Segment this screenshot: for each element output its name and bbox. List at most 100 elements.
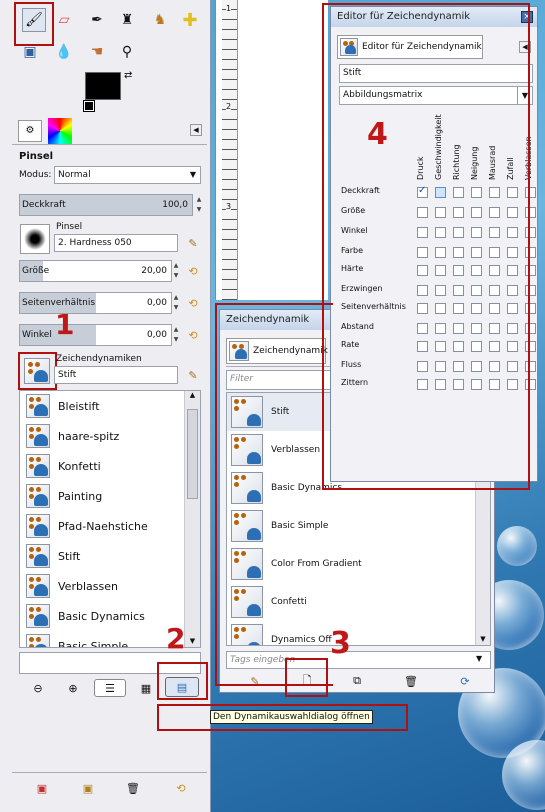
scroll-thumb[interactable] xyxy=(187,409,198,499)
zoom-out-icon[interactable]: ⊖ xyxy=(29,679,47,697)
smudge-tool-icon[interactable]: ☚ xyxy=(85,40,109,64)
dynamics-name-field[interactable]: Stift xyxy=(54,366,178,384)
heal-tool-icon[interactable]: ✚ xyxy=(178,8,202,32)
highlight-box xyxy=(322,3,530,490)
mode-dropdown-arrow-icon[interactable]: ▼ xyxy=(186,167,200,183)
list-item[interactable]: Basic Simple xyxy=(20,631,184,648)
reset-aspect-icon[interactable]: ⟲ xyxy=(184,294,202,312)
tool-options-tab-icon[interactable]: ⚙ xyxy=(18,120,42,142)
dynamics-item-icon xyxy=(26,514,50,538)
tags-dropdown-arrow-icon[interactable]: ▼ xyxy=(476,654,482,663)
dynamics-name: Stift xyxy=(58,370,77,380)
aspect-slider[interactable]: Seitenverhältnis 0,00 xyxy=(19,292,172,314)
dynamics-item-icon xyxy=(26,484,50,508)
opacity-slider[interactable]: Deckkraft 100,0 xyxy=(19,194,193,216)
panel-menu-icon[interactable]: ◀ xyxy=(190,124,202,136)
refresh-dynamics-icon[interactable]: ⟳ xyxy=(456,672,474,690)
marker-number: 2 xyxy=(166,622,186,655)
foreground-color-swatch[interactable] xyxy=(85,72,121,100)
list-item-label: Stift xyxy=(58,549,81,563)
opacity-value: 100,0 xyxy=(162,200,188,210)
list-item-label: Basic Simple xyxy=(58,639,129,648)
aspect-spinner-icon[interactable]: ▲ ▼ xyxy=(172,293,180,313)
dodge-burn-tool-icon[interactable]: ⚲ xyxy=(115,40,139,64)
dynamics-item-icon xyxy=(26,544,50,568)
restore-options-icon[interactable]: ▣ xyxy=(79,779,97,797)
size-slider[interactable]: Größe 20,00 xyxy=(19,260,172,282)
grid-view-icon[interactable]: ▦ xyxy=(137,679,155,697)
perspective-clone-tool-icon[interactable]: ▣ xyxy=(18,40,42,64)
brush-name-field[interactable]: 2. Hardness 050 xyxy=(54,234,178,252)
opacity-spinner-icon[interactable]: ▲ ▼ xyxy=(195,195,203,215)
angle-slider[interactable]: Winkel 0,00 xyxy=(19,324,172,346)
ruler-label: 2 xyxy=(226,102,232,111)
mode-label: Modus: xyxy=(19,170,52,180)
dynamics-item-icon xyxy=(26,454,50,478)
brush-label: Pinsel xyxy=(56,222,83,232)
dynamics-list-scrollbar[interactable]: ▲ ▼ xyxy=(184,391,200,647)
swap-colors-icon[interactable]: ⇄ xyxy=(124,70,132,81)
list-item-label: haare-spitz xyxy=(58,429,120,443)
list-item[interactable]: Stift xyxy=(20,541,184,571)
blur-tool-icon[interactable]: 💧 xyxy=(52,40,76,64)
list-item[interactable]: Painting xyxy=(20,481,184,511)
highlight-box xyxy=(18,352,57,390)
size-spinner-icon[interactable]: ▲ ▼ xyxy=(172,261,180,281)
open-dynamics-dialog-icon[interactable]: ▤ xyxy=(165,677,199,697)
list-item-label: Konfetti xyxy=(58,459,101,473)
reset-options-icon[interactable]: ⟲ xyxy=(172,779,190,797)
scroll-up-icon[interactable]: ▲ xyxy=(185,391,200,399)
scroll-down-icon[interactable]: ▼ xyxy=(476,635,490,643)
list-item-label: Verblassen xyxy=(58,579,118,593)
list-item[interactable]: Verblassen xyxy=(20,571,184,601)
ink-tool-icon[interactable]: ♜ xyxy=(115,8,139,32)
duplicate-dynamics-icon[interactable]: ⧉ xyxy=(348,672,366,690)
airbrush-tool-icon[interactable]: ✒ xyxy=(85,8,109,32)
dynamics-list[interactable]: Bleistift haare-spitz Konfetti Painting Pfad… xyxy=(19,390,201,648)
mode-select[interactable]: Normal xyxy=(54,166,201,184)
angle-spinner-icon[interactable]: ▲ ▼ xyxy=(172,325,180,345)
palette-tab-icon[interactable] xyxy=(48,118,72,144)
marker-number: 3 xyxy=(330,626,351,661)
list-item[interactable]: Bleistift xyxy=(20,391,184,421)
brush-name: 2. Hardness 050 xyxy=(58,238,132,248)
list-item[interactable]: Basic Dynamics xyxy=(20,601,184,631)
dynamics-item-icon xyxy=(26,424,50,448)
highlight-box xyxy=(215,303,333,686)
opacity-label: Deckkraft xyxy=(22,200,66,210)
reset-angle-icon[interactable]: ⟲ xyxy=(184,326,202,344)
aspect-value: 0,00 xyxy=(146,298,167,308)
list-view-icon[interactable]: ☰ xyxy=(94,679,126,697)
ruler-label: 1 xyxy=(226,4,232,13)
list-item-label: Painting xyxy=(58,489,103,503)
reset-size-icon[interactable]: ⟲ xyxy=(184,262,202,280)
angle-label: Winkel xyxy=(22,330,52,340)
ruler-label: 3 xyxy=(226,202,232,211)
tool-options-title: Pinsel xyxy=(19,151,54,162)
list-item-label: Bleistift xyxy=(58,399,100,413)
toolbox-window: 🖌 ▱ ✒ ♜ ♞ ✚ ▣ 💧 ☚ ⚲ ⇄ ⚙ ◀ Pinsel Modus: … xyxy=(0,0,408,812)
bottom-bar xyxy=(12,772,207,773)
size-label: Größe xyxy=(22,266,50,276)
edit-brush-icon[interactable]: ✎ xyxy=(184,234,202,252)
brush-preview[interactable] xyxy=(20,224,50,254)
dynamics-item-icon xyxy=(26,394,50,418)
delete-dynamics-icon[interactable]: 🗑 xyxy=(402,672,420,690)
list-item[interactable]: Konfetti xyxy=(20,451,184,481)
aspect-label: Seitenverhältnis xyxy=(22,298,96,308)
default-colors-icon[interactable] xyxy=(83,100,95,112)
dynamics-label: Zeichendynamiken xyxy=(56,354,142,364)
list-item[interactable]: haare-spitz xyxy=(20,421,184,451)
list-item-label: Pfad-Naehstiche xyxy=(58,519,148,533)
save-options-icon[interactable]: ▣ xyxy=(33,779,51,797)
edit-dynamics-icon[interactable]: ✎ xyxy=(184,366,202,384)
delete-options-icon[interactable]: 🗑 xyxy=(124,779,142,797)
eraser-tool-icon[interactable]: ▱ xyxy=(52,8,76,32)
scroll-down-icon[interactable]: ▼ xyxy=(185,637,200,645)
bubble-decoration xyxy=(497,526,537,566)
zoom-in-icon[interactable]: ⊕ xyxy=(64,679,82,697)
list-item[interactable]: Pfad-Naehstiche xyxy=(20,511,184,541)
list-item-label: Basic Dynamics xyxy=(58,609,145,623)
clone-tool-icon[interactable]: ♞ xyxy=(148,8,172,32)
angle-value: 0,00 xyxy=(146,330,167,340)
